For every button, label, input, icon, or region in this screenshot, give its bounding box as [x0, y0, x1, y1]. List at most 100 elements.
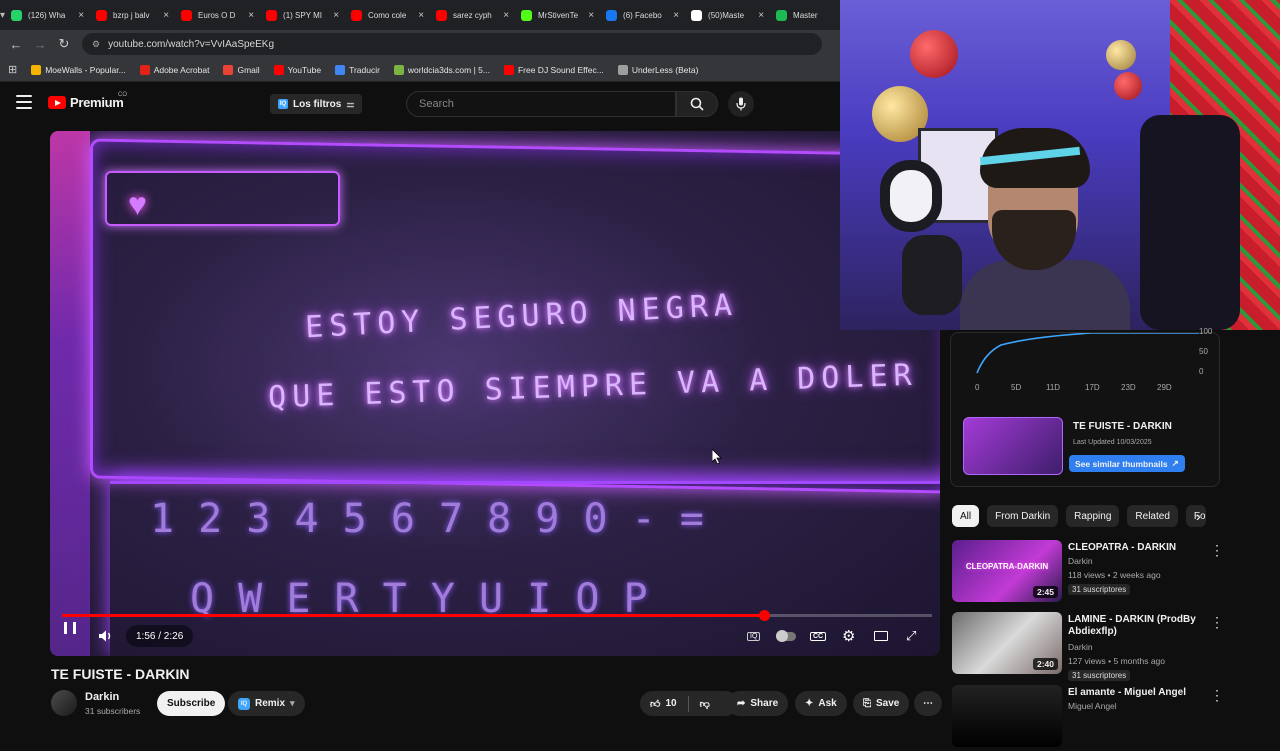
forward-button[interactable]: →: [28, 37, 52, 52]
bookmark-item[interactable]: Adobe Acrobat: [139, 64, 209, 75]
bookmark-favicon-icon: [335, 64, 346, 75]
apps-grid-icon[interactable]: ⊞: [8, 63, 17, 76]
recommendation-title[interactable]: El amante - Miguel Angel: [1068, 687, 1208, 699]
miniplayer-button[interactable]: [874, 621, 888, 651]
tab-close-icon[interactable]: ×: [758, 10, 764, 21]
tab-close-icon[interactable]: ×: [248, 10, 254, 21]
tab-favicon-icon: [521, 9, 533, 21]
remix-button[interactable]: IQ Remix ▾: [228, 691, 305, 716]
share-button[interactable]: ➦ Share: [727, 691, 789, 716]
search-placeholder: Search: [419, 98, 454, 110]
views-stats-panel: 0 5D 11D 17D 23D 29D 100 50 0 TE FUISTE - DARKI…: [950, 327, 1220, 487]
bookmark-item[interactable]: Traducir: [335, 64, 380, 75]
filters-button[interactable]: IQ Los filtros ⚌: [270, 94, 363, 114]
recommendation-item[interactable]: El amante - Miguel Angel Miguel Angel ⋮: [952, 685, 1272, 751]
search-input[interactable]: Search: [406, 91, 676, 117]
youtube-premium-logo[interactable]: Premium CO: [48, 92, 127, 110]
pause-button[interactable]: [64, 621, 78, 635]
share-icon: ➦: [737, 698, 746, 709]
chart-x-tick-label: 29D: [1157, 383, 1172, 392]
browser-tab-strip: ▾ (126) Wha × bzrp j balv × Euros O D × (1) SP…: [0, 0, 840, 30]
like-button[interactable]: 👍︎ 10: [650, 698, 677, 710]
mouse-cursor-icon: [712, 449, 722, 465]
filter-chip[interactable]: From Darkin: [987, 505, 1059, 527]
video-scene-left-glow: [50, 131, 90, 656]
miniplayer-icon: [874, 631, 888, 641]
recommendation-item[interactable]: 2:40 LAMINE - DARKIN (ProdBy Abdiexflp) Da…: [952, 612, 1272, 681]
save-button[interactable]: ⎘ Save: [853, 691, 910, 716]
tab-close-icon[interactable]: ×: [503, 10, 509, 21]
search-button[interactable]: [676, 91, 718, 117]
browser-tab[interactable]: bzrp j balv ×: [90, 0, 175, 30]
video-player[interactable]: ♥ ESTOY SEGURO NEGRA QUE ESTO SIEMPRE VA…: [50, 131, 940, 656]
bookmark-item[interactable]: MoeWalls - Popular...: [31, 64, 126, 75]
bookmark-label: worldcia3ds.com | 5...: [407, 64, 490, 75]
channel-name[interactable]: Darkin: [85, 691, 119, 703]
bookmark-item[interactable]: Free DJ Sound Effec...: [503, 64, 604, 75]
more-vertical-icon[interactable]: ⋮: [1210, 542, 1224, 559]
recommendation-title[interactable]: LAMINE - DARKIN (ProdBy Abdiexflp): [1068, 614, 1208, 638]
tab-close-icon[interactable]: ×: [163, 10, 169, 21]
stats-thumbnail[interactable]: [963, 417, 1063, 475]
address-bar[interactable]: ⚙ youtube.com/watch?v=VvIAaSpeEKg: [82, 33, 822, 55]
iq-player-button[interactable]: IQ: [747, 621, 761, 651]
more-actions-button[interactable]: ⋯: [914, 691, 942, 716]
ask-button[interactable]: ✦ Ask: [795, 691, 847, 716]
voice-search-button[interactable]: [728, 91, 754, 117]
recommendation-channel[interactable]: Darkin: [1068, 642, 1093, 652]
recommendation-thumbnail[interactable]: [952, 685, 1062, 747]
browser-tab[interactable]: sarez cyph ×: [430, 0, 515, 30]
filter-chip[interactable]: Related: [1127, 505, 1178, 527]
filter-chip[interactable]: Rapping: [1066, 505, 1120, 527]
browser-tab[interactable]: MrStivenTe ×: [515, 0, 600, 30]
bookmark-item[interactable]: worldcia3ds.com | 5...: [393, 64, 490, 75]
see-similar-thumbnails-button[interactable]: See similar thumbnails ↗: [1069, 455, 1185, 472]
chart-x-tick-label: 11D: [1046, 383, 1061, 392]
tab-close-icon[interactable]: ×: [418, 10, 424, 21]
more-vertical-icon[interactable]: ⋮: [1210, 614, 1224, 631]
chart-x-tick-label: 17D: [1085, 383, 1100, 392]
captions-button[interactable]: CC: [810, 621, 827, 651]
browser-tab[interactable]: Como cole ×: [345, 0, 430, 30]
recommendation-channel[interactable]: Darkin: [1068, 556, 1093, 566]
bookmark-item[interactable]: UnderLess (Beta): [617, 64, 698, 75]
tab-close-icon[interactable]: ×: [78, 10, 84, 21]
tab-close-icon[interactable]: ×: [333, 10, 339, 21]
tab-close-icon[interactable]: ×: [673, 10, 679, 21]
tab-close-icon[interactable]: ×: [588, 10, 594, 21]
menu-icon[interactable]: [16, 95, 32, 109]
reload-button[interactable]: ↻: [52, 36, 76, 52]
browser-tab[interactable]: (50)Maste ×: [685, 0, 770, 30]
recommendation-thumbnail[interactable]: CLEOPATRA-DARKIN 2:45: [952, 540, 1062, 602]
filter-chip[interactable]: All: [952, 505, 980, 527]
autoplay-toggle[interactable]: [776, 621, 796, 651]
dislike-button[interactable]: 👎︎: [700, 698, 710, 710]
browser-tab[interactable]: (1) SPY MI ×: [260, 0, 345, 30]
more-vertical-icon[interactable]: ⋮: [1210, 687, 1224, 704]
stats-last-updated: Last Updated 10/03/2025: [1073, 439, 1152, 446]
browser-tab[interactable]: (6) Facebo ×: [600, 0, 685, 30]
progress-scrubber[interactable]: [759, 610, 771, 621]
progress-bar[interactable]: [62, 610, 932, 621]
browser-tab[interactable]: (126) Wha ×: [5, 0, 90, 30]
bookmark-favicon-icon: [273, 64, 284, 75]
bookmark-item[interactable]: Gmail: [223, 64, 260, 75]
streamer-body: [960, 260, 1130, 330]
browser-tab[interactable]: Euros O D ×: [175, 0, 260, 30]
chart-x-tick-label: 5D: [1011, 383, 1022, 392]
recommendation-channel[interactable]: Miguel Angel: [1068, 701, 1117, 711]
keyboard-row-numbers: 1 2 3 4 5 6 7 8 9 0 - =: [150, 496, 704, 542]
volume-button[interactable]: [98, 621, 114, 651]
chip-next-arrow-icon[interactable]: ›: [1196, 508, 1201, 524]
fullscreen-button[interactable]: ⤢: [906, 621, 916, 651]
recommendation-title[interactable]: CLEOPATRA - DARKIN: [1068, 542, 1208, 554]
recommendation-item[interactable]: CLEOPATRA-DARKIN 2:45 CLEOPATRA - DARKIN Da…: [952, 540, 1272, 606]
channel-avatar[interactable]: [51, 690, 77, 716]
back-button[interactable]: ←: [4, 37, 28, 52]
subscribe-button[interactable]: Subscribe: [157, 691, 226, 716]
settings-button[interactable]: ⚙: [842, 621, 855, 651]
recommendation-thumbnail[interactable]: 2:40: [952, 612, 1062, 674]
captions-icon: CC: [810, 631, 827, 641]
bookmark-item[interactable]: YouTube: [273, 64, 321, 75]
site-info-icon[interactable]: ⚙: [92, 39, 100, 50]
